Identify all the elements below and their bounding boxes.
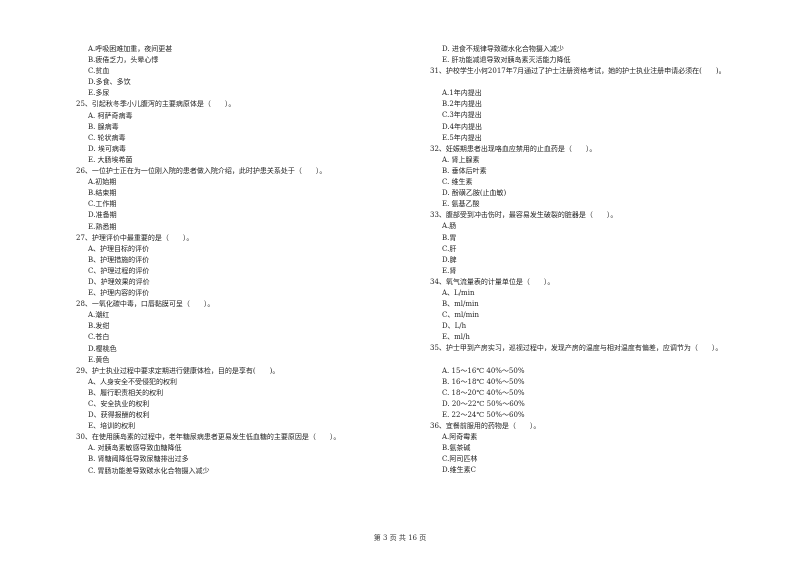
left-column: A.呼吸困难加重，夜间更甚 B.疲倦乏力，头晕心悸 C.贫血 D.多食、多饮 E.多尿 2… — [76, 44, 406, 477]
answer-option: D. 进食不规律导致碳水化合物摄入减少 — [442, 45, 564, 53]
question-stem: 30、在使用胰岛素的过程中，老年糖尿病患者更易发生低血糖的主要原因是（ ）。 — [76, 433, 341, 442]
answer-option: D. 20～22℃ 50%～60% — [442, 399, 525, 408]
answer-option: B.氨茶碱 — [442, 444, 471, 453]
answer-option: C.3年内提出 — [442, 111, 482, 120]
answer-option: B. 16～18℃ 40%～50% — [442, 377, 525, 386]
answer-option: D.维生素C — [442, 466, 476, 475]
answer-option: D. 埃可病毒 — [88, 144, 126, 153]
answer-option: C、安全执业的权利 — [88, 400, 150, 408]
answer-option: B.结束期 — [88, 189, 117, 198]
question-stem: 31、护校学生小何2017年7月通过了护士注册资格考试，她的护士执业注册申请必须… — [430, 67, 726, 76]
question-stem: 35、护士甲到产房实习，巡视过程中，发现产房的温度与相对温度有偏差，应调节为（ … — [430, 344, 723, 353]
answer-option: E. 大肠埃希菌 — [88, 155, 133, 164]
answer-option: E. 22～24℃ 50%～60% — [442, 410, 525, 419]
answer-option: A.1年内提出 — [442, 89, 482, 98]
answer-option: D.樱桃色 — [88, 344, 117, 353]
answer-option: B、ml/min — [442, 300, 479, 309]
answer-option: A、L/min — [442, 288, 475, 297]
question-stem: 28、一氧化碳中毒，口唇黏膜可呈（ ）。 — [76, 300, 215, 309]
answer-option: C. 维生素 — [442, 178, 473, 187]
answer-option: D、L/h — [442, 322, 467, 331]
answer-option: A. 对胰岛素敏感导致血糖降低 — [88, 444, 182, 453]
question-stem: 29、护士执业过程中要求定期进行健康体检，目的是享有( )。 — [76, 366, 280, 375]
answer-option: E.肾 — [442, 266, 457, 275]
answer-option: B. 腺病毒 — [88, 122, 119, 131]
answer-option: E.5年内提出 — [442, 133, 482, 142]
answer-option: E、护理内容的评价 — [88, 289, 150, 298]
answer-option: C、护理过程的评价 — [88, 266, 150, 275]
answer-option: A. 柯萨奇病毒 — [88, 111, 133, 120]
question-stem: 26、一位护士正在为一位刚入院的患者做入院介绍，此时护患关系处于（ ）。 — [76, 167, 327, 176]
answer-option: B、履行职责相关的权利 — [88, 388, 164, 397]
right-column: D. 进食不规律导致碳水化合物摄入减少 E. 肝功能减退导致对胰岛素灭活能力降低 3… — [430, 44, 780, 476]
question-stem: 33、腹部受到冲击伤时，最容易发生破裂的脏器是（ ）。 — [430, 211, 618, 220]
answer-option: C. 胃肠功能差导致碳水化合物摄入减少 — [88, 466, 210, 475]
answer-option: B.2年内提出 — [442, 100, 482, 109]
answer-option: C.苍白 — [88, 333, 110, 342]
question-stem: 25、引起秋冬季小儿腹泻的主要病原体是（ ）。 — [76, 100, 236, 109]
answer-option: C.贫血 — [88, 67, 110, 76]
question-stem: 27、护理评价中最重要的是（ ）。 — [76, 233, 194, 242]
answer-option: A.呼吸困难加重，夜间更甚 — [88, 45, 173, 53]
answer-option: A.肠 — [442, 222, 457, 231]
question-stem: 36、宜餐前服用的药物是（ ）。 — [430, 422, 541, 430]
answer-option: C、ml/min — [442, 311, 479, 320]
answer-option: D.多食、多饮 — [88, 78, 131, 87]
answer-option: E、培训的权利 — [88, 422, 136, 431]
answer-option: A.潮红 — [88, 311, 110, 320]
answer-option: C.工作期 — [88, 200, 117, 209]
answer-option: B.发绀 — [88, 322, 110, 331]
question-stem: 32、妊娠期患者出现咯血应禁用的止血药是（ ）。 — [430, 144, 597, 153]
answer-option: E、ml/h — [442, 333, 470, 342]
answer-option: B.胃 — [442, 233, 457, 242]
answer-option: D. 酚磺乙胺(止血敏) — [442, 189, 507, 198]
answer-option: B. 垂体后叶素 — [442, 166, 487, 175]
page-footer: 第 3 页 共 16 页 — [373, 534, 427, 542]
answer-option: E.多尿 — [88, 89, 110, 98]
answer-option: A. 肾上腺素 — [442, 155, 480, 164]
answer-option: B.疲倦乏力，头晕心悸 — [88, 56, 159, 65]
document-page: A.呼吸困难加重，夜间更甚 B.疲倦乏力，头晕心悸 C.贫血 D.多食、多饮 E.多尿 2… — [0, 0, 800, 565]
answer-option: E. 氨基乙酸 — [442, 200, 480, 209]
answer-option: A、护理目标的评价 — [88, 244, 150, 253]
answer-option: A.阿奇霉素 — [442, 433, 478, 442]
answer-option: A. 15～16℃ 40%～50% — [442, 366, 525, 375]
answer-option: D.脾 — [442, 255, 457, 264]
answer-option: D、获得报酬的权利 — [88, 411, 150, 420]
answer-option: E. 肝功能减退导致对胰岛素灭活能力降低 — [442, 56, 571, 65]
answer-option: C.阿司匹林 — [442, 455, 478, 464]
answer-option: B. 肾糖阈降低导致尿糖排出过多 — [88, 455, 189, 464]
answer-option: E.熟悉期 — [88, 222, 117, 231]
answer-option: B、护理措施的评价 — [88, 255, 150, 264]
answer-option: C. 轮状病毒 — [88, 133, 126, 142]
answer-option: D.4年内提出 — [442, 122, 483, 131]
answer-option: A.初始期 — [88, 178, 117, 187]
answer-option: E.黄色 — [88, 355, 110, 364]
answer-option: C. 18～20℃ 40%～50% — [442, 388, 525, 397]
answer-option: C.肝 — [442, 244, 457, 253]
answer-option: D、护理效果的评价 — [88, 277, 150, 286]
answer-option: D.准备期 — [88, 211, 117, 220]
answer-option: A、人身安全不受侵犯的权利 — [88, 377, 178, 386]
question-stem: 34、氧气流量表的计量单位是（ ）。 — [430, 277, 555, 286]
